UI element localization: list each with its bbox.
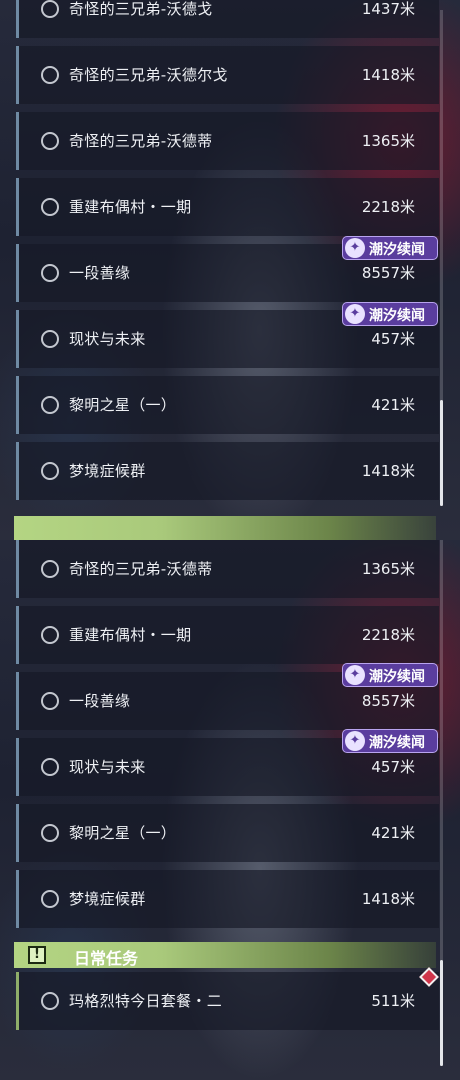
track-radio-icon[interactable] — [41, 0, 59, 18]
tidal-star-icon: ✦ — [345, 665, 365, 685]
badge-label: 潮汐续闻 — [369, 669, 425, 685]
scrollbar-thumb[interactable] — [440, 400, 443, 506]
badge-label: 潮汐续闻 — [369, 242, 425, 258]
tidal-star-icon: ✦ — [345, 731, 365, 751]
scrollbar-thumb[interactable] — [440, 960, 443, 1066]
quest-distance: 1418米 — [361, 66, 415, 84]
tidal-sequel-badge: ✦ 潮汐续闻 — [342, 236, 438, 260]
daily-section-header[interactable]: ! 日常任务 — [14, 942, 436, 968]
quest-distance: 1365米 — [361, 132, 415, 150]
quest-distance: 511米 — [371, 992, 415, 1010]
quest-name: 黎明之星（一） — [69, 824, 177, 842]
quest-row[interactable]: 奇怪的三兄弟-沃德蒂 1365米 — [16, 540, 439, 598]
badge-label: 潮汐续闻 — [369, 735, 425, 751]
quest-name: 现状与未来 — [69, 330, 146, 348]
daily-quest-row[interactable]: 玛格烈特今日套餐・二 511米 — [16, 972, 439, 1030]
track-radio-icon[interactable] — [41, 824, 59, 842]
tidal-sequel-badge: ✦ 潮汐续闻 — [342, 729, 438, 753]
track-radio-icon[interactable] — [41, 198, 59, 216]
quest-name: 奇怪的三兄弟-沃德戈 — [69, 0, 213, 18]
quest-name: 现状与未来 — [69, 758, 146, 776]
quest-name: 黎明之星（一） — [69, 396, 177, 414]
quest-name: 重建布偶村・一期 — [69, 198, 192, 216]
track-radio-icon[interactable] — [41, 692, 59, 710]
quest-name: 一段善缘 — [69, 692, 131, 710]
track-radio-icon[interactable] — [41, 992, 59, 1010]
quest-distance: 2218米 — [361, 198, 415, 216]
quest-distance: 421米 — [371, 824, 415, 842]
quest-name: 奇怪的三兄弟-沃德尔戈 — [69, 66, 228, 84]
track-radio-icon[interactable] — [41, 132, 59, 150]
quest-distance: 421米 — [371, 396, 415, 414]
quest-distance: 1418米 — [361, 462, 415, 480]
quest-row[interactable]: 黎明之星（一） 421米 — [16, 804, 439, 862]
quest-row[interactable]: 奇怪的三兄弟-沃德尔戈 1418米 — [16, 46, 439, 104]
quest-row[interactable]: 梦境症候群 1418米 — [16, 442, 439, 500]
track-radio-icon[interactable] — [41, 560, 59, 578]
tidal-sequel-badge: ✦ 潮汐续闻 — [342, 302, 438, 326]
track-radio-icon[interactable] — [41, 66, 59, 84]
quest-distance: 2218米 — [361, 626, 415, 644]
quest-distance: 457米 — [371, 330, 415, 348]
track-radio-icon[interactable] — [41, 330, 59, 348]
quest-name: 玛格烈特今日套餐・二 — [69, 992, 223, 1010]
track-radio-icon[interactable] — [41, 264, 59, 282]
exclamation-icon: ! — [28, 946, 46, 964]
badge-label: 潮汐续闻 — [369, 308, 425, 324]
section-title: 日常任务 — [74, 949, 139, 968]
quest-name: 一段善缘 — [69, 264, 131, 282]
track-radio-icon[interactable] — [41, 758, 59, 776]
quest-name: 梦境症候群 — [69, 890, 146, 908]
quest-row[interactable]: 奇怪的三兄弟-沃德戈 1437米 — [16, 0, 439, 38]
quest-distance: 1418米 — [361, 890, 415, 908]
quest-distance: 457米 — [371, 758, 415, 776]
track-radio-icon[interactable] — [41, 890, 59, 908]
track-radio-icon[interactable] — [41, 626, 59, 644]
track-radio-icon[interactable] — [41, 462, 59, 480]
quest-row[interactable]: 重建布偶村・一期 2218米 — [16, 178, 439, 236]
quest-name: 奇怪的三兄弟-沃德蒂 — [69, 560, 213, 578]
quest-row[interactable]: 奇怪的三兄弟-沃德蒂 1365米 — [16, 112, 439, 170]
quest-row[interactable]: 重建布偶村・一期 2218米 — [16, 606, 439, 664]
tidal-star-icon: ✦ — [345, 304, 365, 324]
tidal-sequel-badge: ✦ 潮汐续闻 — [342, 663, 438, 687]
quest-row[interactable]: 黎明之星（一） 421米 — [16, 376, 439, 434]
quest-row[interactable]: 梦境症候群 1418米 — [16, 870, 439, 928]
tidal-star-icon: ✦ — [345, 238, 365, 258]
quest-distance: 8557米 — [361, 264, 415, 282]
daily-section-header-peek — [14, 516, 436, 540]
quest-distance: 1365米 — [361, 560, 415, 578]
quest-list-panel-bottom: 奇怪的三兄弟-沃德蒂 1365米 重建布偶村・一期 2218米 一段善缘 855… — [0, 540, 460, 1080]
track-radio-icon[interactable] — [41, 396, 59, 414]
quest-name: 重建布偶村・一期 — [69, 626, 192, 644]
quest-name: 奇怪的三兄弟-沃德蒂 — [69, 132, 213, 150]
quest-distance: 1437米 — [361, 0, 415, 18]
quest-distance: 8557米 — [361, 692, 415, 710]
quest-list-panel-top: 奇怪的三兄弟-沃德戈 1437米 奇怪的三兄弟-沃德尔戈 1418米 奇怪的三兄… — [0, 0, 460, 540]
quest-name: 梦境症候群 — [69, 462, 146, 480]
